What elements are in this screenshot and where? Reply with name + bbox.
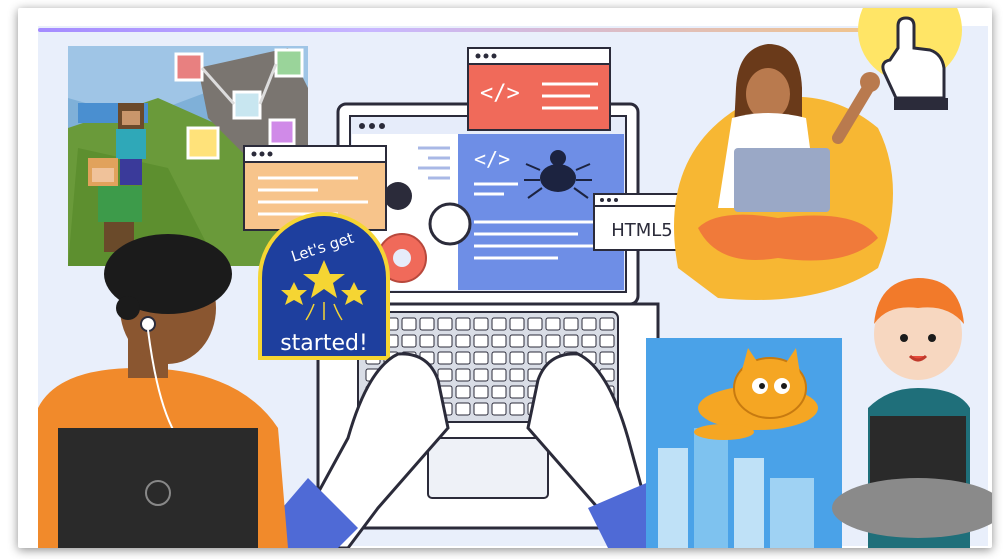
girl-on-beanbag: [674, 44, 893, 300]
keyboard-key: [473, 317, 489, 331]
keyboard-key: [509, 334, 525, 348]
keyboard-key: [419, 317, 435, 331]
keyboard-key: [527, 317, 543, 331]
keyboard-key: [527, 351, 543, 365]
keyboard-key: [437, 368, 453, 382]
keyboard-key: [491, 385, 507, 399]
keyboard-key: [599, 351, 615, 365]
keyboard-key: [473, 334, 489, 348]
keyboard-key: [437, 351, 453, 365]
lets-get-started-badge: Let's get started!: [258, 212, 390, 360]
keyboard-key: [473, 351, 489, 365]
keyboard-key: [581, 334, 597, 348]
keyboard-key: [599, 334, 615, 348]
keyboard-key: [419, 334, 435, 348]
keyboard-key: [401, 334, 417, 348]
keyboard-key: [455, 317, 471, 331]
keyboard-key: [563, 334, 579, 348]
keyboard-key: [401, 317, 417, 331]
keyboard-key: [509, 402, 525, 416]
html5-label: HTML5: [611, 220, 673, 241]
keyboard-key: [473, 368, 489, 382]
lightbulb-click-icon[interactable]: [858, 8, 962, 110]
keyboard-key: [455, 402, 471, 416]
scratch-cat-image: [646, 338, 842, 548]
keyboard-key: [473, 385, 489, 399]
keyboard-key: [509, 317, 525, 331]
keyboard-key: [491, 317, 507, 331]
keyboard-key: [509, 385, 525, 399]
keyboard-key: [473, 402, 489, 416]
laptop-screen-tag: </>: [474, 147, 510, 171]
keyboard-key: [491, 368, 507, 382]
keyboard-key: [545, 317, 561, 331]
boy-with-laptop: [38, 234, 288, 548]
keyboard-key: [599, 317, 615, 331]
badge-line2: started!: [280, 331, 368, 356]
keyboard-key: [437, 334, 453, 348]
keyboard-key: [545, 334, 561, 348]
keyboard-key: [509, 368, 525, 382]
keyboard-key: [563, 317, 579, 331]
keyboard-key: [455, 334, 471, 348]
keyboard-key: [527, 334, 543, 348]
keyboard-key: [509, 351, 525, 365]
keyboard-key: [491, 351, 507, 365]
kid-with-laptop: [832, 278, 992, 548]
keyboard-key: [455, 385, 471, 399]
keyboard-key: [455, 368, 471, 382]
code-window-tag: </>: [480, 81, 520, 106]
coding-illustration: </> </> HTML5 Let's get started!: [38, 8, 992, 548]
keyboard-key: [437, 317, 453, 331]
illustration-frame: </> </> HTML5 Let's get started!: [18, 8, 992, 548]
keyboard-key: [491, 402, 507, 416]
keyboard-key: [491, 334, 507, 348]
code-window: </>: [467, 47, 611, 131]
keyboard-key: [455, 351, 471, 365]
keyboard-key: [581, 317, 597, 331]
